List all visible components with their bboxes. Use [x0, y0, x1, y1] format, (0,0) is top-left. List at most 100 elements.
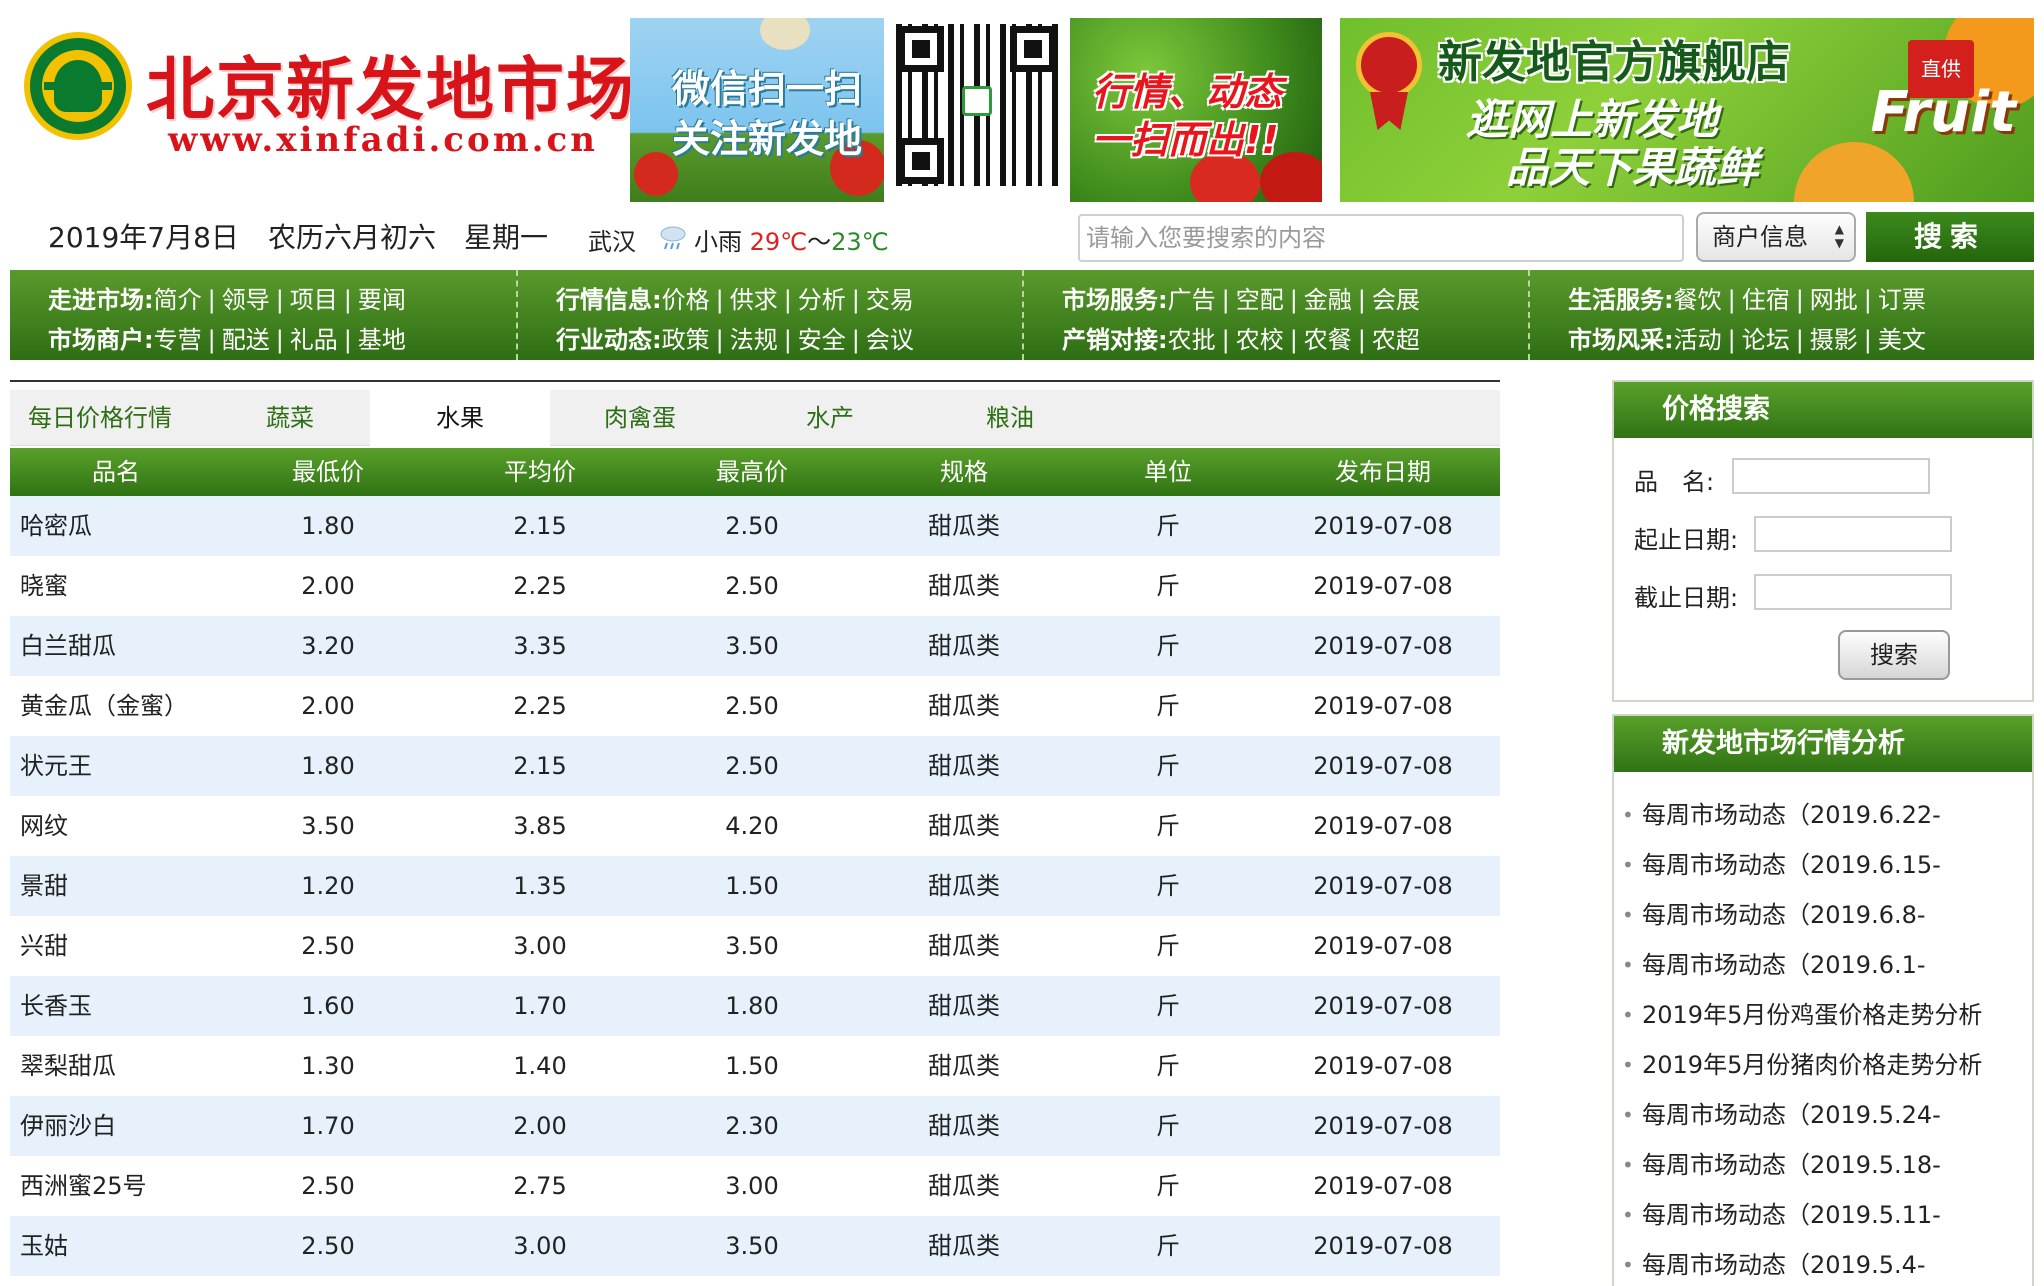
site-search-input[interactable]	[1078, 214, 1684, 262]
tab-aquatic[interactable]: 水产	[740, 390, 920, 446]
nav-link[interactable]: 基地	[358, 326, 406, 354]
table-row: 晓蜜 2.00 2.25 2.50 甜瓜类 斤 2019-07-08	[10, 556, 1500, 616]
nav-link[interactable]: 住宿	[1742, 286, 1790, 314]
nav-link[interactable]: 农批	[1168, 326, 1216, 354]
nav-link[interactable]: 摄影	[1810, 326, 1858, 354]
nav-separator: |	[851, 286, 860, 314]
cell-max-price: 3.50	[725, 932, 779, 960]
analysis-link[interactable]: • 每周市场动态（2019.5.11-	[1614, 1190, 2032, 1240]
nav-category[interactable]: 生活服务:	[1568, 286, 1674, 314]
nav-link[interactable]: 安全	[798, 326, 846, 354]
analysis-link[interactable]: • 2019年5月份鸡蛋价格走势分析	[1614, 990, 2032, 1040]
cell-publish-date: 2019-07-08	[1313, 1052, 1453, 1080]
cell-spec: 甜瓜类	[928, 632, 1000, 660]
tab-grain-oil[interactable]: 粮油	[920, 390, 1100, 446]
end-date-input[interactable]	[1754, 574, 1952, 610]
cell-spec: 甜瓜类	[928, 512, 1000, 540]
nav-link[interactable]: 领导	[222, 286, 270, 314]
market-banner-line1: 行情、动态	[1092, 70, 1283, 114]
analysis-link-text: 每周市场动态（2019.5.18-	[1642, 1151, 1941, 1179]
nav-separator: |	[1727, 286, 1736, 314]
nav-link[interactable]: 供求	[730, 286, 778, 314]
bullet-icon: •	[1622, 903, 1634, 927]
start-date-input[interactable]	[1754, 516, 1952, 552]
nav-category[interactable]: 行业动态:	[556, 326, 662, 354]
cell-avg-price: 2.00	[513, 1112, 567, 1140]
tab-daily-prices[interactable]: 每日价格行情	[10, 390, 190, 446]
nav-link[interactable]: 餐饮	[1674, 286, 1722, 314]
nav-link[interactable]: 要闻	[358, 286, 406, 314]
cell-min-price: 2.50	[301, 1232, 355, 1260]
cell-spec: 甜瓜类	[928, 572, 1000, 600]
wechat-banner[interactable]: 微信扫一扫 关注新发地	[630, 18, 884, 202]
analysis-link[interactable]: • 每周市场动态（2019.6.22-	[1614, 790, 2032, 840]
nav-separator: |	[1795, 286, 1804, 314]
cell-max-price: 2.50	[725, 692, 779, 720]
search-category-select[interactable]: 商户信息 ▲ ▼	[1696, 212, 1856, 262]
tab-vegetables[interactable]: 蔬菜	[200, 390, 380, 446]
nav-separator: |	[1221, 326, 1230, 354]
nav-link[interactable]: 空配	[1236, 286, 1284, 314]
nav-line: 行情信息:价格 | 供求 | 分析 | 交易	[556, 280, 914, 315]
nav-link[interactable]: 会展	[1372, 286, 1420, 314]
nav-separator: |	[1289, 326, 1298, 354]
cell-avg-price: 2.15	[513, 512, 567, 540]
analysis-link[interactable]: • 每周市场动态（2019.5.18-	[1614, 1140, 2032, 1190]
cell-unit: 斤	[1156, 692, 1180, 720]
flagship-store-banner[interactable]: 新发地官方旗舰店 逛网上新发地 品天下果蔬鲜 直供 Fruit	[1340, 18, 2034, 202]
nav-link[interactable]: 项目	[290, 286, 338, 314]
nav-link[interactable]: 论坛	[1742, 326, 1790, 354]
nav-link[interactable]: 广告	[1168, 286, 1216, 314]
nav-link[interactable]: 法规	[730, 326, 778, 354]
market-analysis-panel: 新发地市场行情分析 • 每周市场动态（2019.6.22- • 每周市场动态（2019…	[1612, 714, 2034, 1286]
analysis-link[interactable]: • 每周市场动态（2019.6.1-	[1614, 940, 2032, 990]
price-search-button[interactable]: 搜索	[1838, 630, 1950, 680]
nav-link[interactable]: 礼品	[290, 326, 338, 354]
nav-link[interactable]: 订票	[1878, 286, 1926, 314]
site-search-button[interactable]: 搜索	[1866, 212, 2034, 262]
nav-link[interactable]: 美文	[1878, 326, 1926, 354]
nav-separator: |	[783, 286, 792, 314]
cell-max-price: 2.50	[725, 572, 779, 600]
market-info-banner[interactable]: 行情、动态 一扫而出!!	[1070, 18, 1322, 202]
cell-publish-date: 2019-07-08	[1313, 752, 1453, 780]
nav-link[interactable]: 分析	[798, 286, 846, 314]
nav-link[interactable]: 政策	[662, 326, 710, 354]
nav-category[interactable]: 走进市场:	[48, 286, 154, 314]
col-header-date: 发布日期	[1335, 458, 1431, 486]
bullet-icon: •	[1622, 1203, 1634, 1227]
nav-category[interactable]: 市场服务:	[1062, 286, 1168, 314]
cell-spec: 甜瓜类	[928, 812, 1000, 840]
nav-link[interactable]: 专营	[154, 326, 202, 354]
nav-link[interactable]: 网批	[1810, 286, 1858, 314]
cell-product-name: 景甜	[20, 872, 68, 900]
nav-link[interactable]: 活动	[1674, 326, 1722, 354]
nav-category[interactable]: 产销对接:	[1062, 326, 1168, 354]
tab-meat-poultry-eggs[interactable]: 肉禽蛋	[550, 390, 730, 446]
nav-link[interactable]: 配送	[222, 326, 270, 354]
tab-fruits[interactable]: 水果	[370, 390, 550, 446]
analysis-link[interactable]: • 2019年5月份猪肉价格走势分析	[1614, 1040, 2032, 1090]
analysis-link[interactable]: • 每周市场动态（2019.6.15-	[1614, 840, 2032, 890]
nav-link[interactable]: 会议	[866, 326, 914, 354]
analysis-link[interactable]: • 每周市场动态（2019.5.4-	[1614, 1240, 2032, 1286]
nav-link[interactable]: 金融	[1304, 286, 1352, 314]
cell-min-price: 2.50	[301, 1172, 355, 1200]
analysis-link[interactable]: • 每周市场动态（2019.6.8-	[1614, 890, 2032, 940]
nav-link[interactable]: 交易	[866, 286, 914, 314]
nav-link[interactable]: 价格	[662, 286, 710, 314]
analysis-link[interactable]: • 每周市场动态（2019.5.24-	[1614, 1090, 2032, 1140]
nav-link[interactable]: 农校	[1236, 326, 1284, 354]
nav-link[interactable]: 简介	[154, 286, 202, 314]
table-row: 翠梨甜瓜 1.30 1.40 1.50 甜瓜类 斤 2019-07-08	[10, 1036, 1500, 1096]
nav-category[interactable]: 市场风采:	[1568, 326, 1674, 354]
nav-category[interactable]: 市场商户:	[48, 326, 154, 354]
qr-code-banner[interactable]	[894, 18, 1060, 202]
temp-high: 29℃	[749, 228, 808, 256]
nav-category[interactable]: 行情信息:	[556, 286, 662, 314]
cell-spec: 甜瓜类	[928, 1112, 1000, 1140]
product-name-input[interactable]	[1732, 458, 1930, 494]
site-logo[interactable]: 北京新发地市场 www.xinfadi.com.cn	[20, 26, 634, 166]
nav-link[interactable]: 农超	[1372, 326, 1420, 354]
nav-link[interactable]: 农餐	[1304, 326, 1352, 354]
